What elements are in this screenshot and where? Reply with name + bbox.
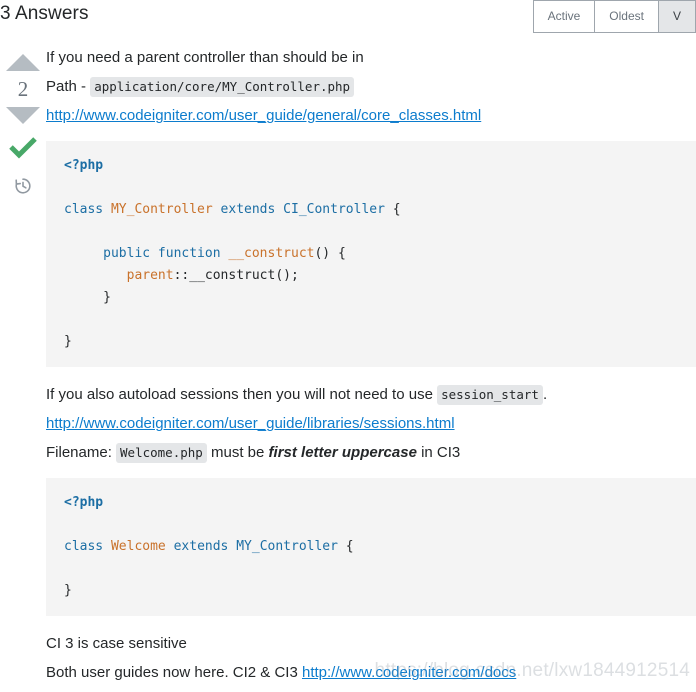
filename-mid-text: must be — [211, 444, 265, 461]
answer-body: If you need a parent controller than sho… — [46, 44, 696, 692]
autoload-text-pre: If you also autoload sessions then you w… — [46, 386, 433, 403]
vote-cell: 2 — [0, 44, 46, 196]
page-title: 3 Answers — [0, 3, 89, 24]
code-token: () { — [314, 246, 346, 261]
tab-oldest[interactable]: Oldest — [595, 0, 659, 33]
code-token: { — [345, 539, 354, 554]
paragraph-link-core-classes: http://www.codeigniter.com/user_guide/ge… — [46, 106, 696, 125]
tab-votes[interactable]: V — [658, 0, 696, 33]
answer-post: 2 If you need a parent controller than s… — [0, 44, 696, 692]
guides-text: Both user guides now here. CI2 & CI3 — [46, 664, 298, 681]
code-token: class — [64, 202, 111, 217]
path-inline-code: application/core/MY_Controller.php — [90, 77, 355, 97]
answer-sort-tabs: Active Oldest V — [532, 0, 696, 33]
link-core-classes[interactable]: http://www.codeigniter.com/user_guide/ge… — [46, 107, 481, 124]
code-token: parent — [126, 268, 174, 283]
code-token: } — [64, 583, 72, 598]
code-token: extends — [173, 539, 237, 554]
checkmark-icon[interactable] — [8, 136, 38, 162]
paragraph-intro: If you need a parent controller than sho… — [46, 48, 696, 67]
link-sessions[interactable]: http://www.codeigniter.com/user_guide/li… — [46, 415, 455, 432]
paragraph-filename: Filename: Welcome.php must be first lett… — [46, 443, 696, 463]
code-token: } — [64, 334, 72, 349]
paragraph-case-sensitive: CI 3 is case sensitive — [46, 634, 696, 653]
code-token: ::__construct(); — [173, 268, 299, 283]
arrow-down-icon[interactable] — [6, 107, 40, 124]
code-token: extends — [220, 202, 284, 217]
code-token: __construct — [228, 246, 315, 261]
code-block-welcome: <?php class Welcome extends MY_Controlle… — [46, 478, 696, 616]
welcome-php-inline-code: Welcome.php — [116, 443, 207, 463]
code-token: public function — [103, 246, 229, 261]
code-content-2: <?php class Welcome extends MY_Controlle… — [64, 495, 354, 598]
code-token: { — [392, 202, 401, 217]
code-token: MY_Controller — [236, 539, 346, 554]
paragraph-guides: Both user guides now here. CI2 & CI3 htt… — [46, 663, 696, 682]
path-label: Path - — [46, 78, 87, 95]
answer-list: 2 If you need a parent controller than s… — [0, 36, 696, 692]
filename-tail-text: in CI3 — [421, 444, 461, 461]
filename-label: Filename: — [46, 444, 112, 461]
paragraph-path: Path - application/core/MY_Controller.ph… — [46, 77, 696, 97]
history-clock-icon[interactable] — [13, 176, 33, 196]
code-token: class — [64, 539, 111, 554]
code-token: Welcome — [110, 539, 174, 554]
vote-score: 2 — [17, 77, 29, 101]
paragraph-link-sessions: http://www.codeigniter.com/user_guide/li… — [46, 414, 696, 433]
paragraph-autoload: If you also autoload sessions then you w… — [46, 385, 696, 405]
intro-text: If you need a parent controller than sho… — [46, 49, 364, 66]
code-content-1: <?php class MY_Controller extends CI_Con… — [64, 158, 401, 349]
session-start-inline-code: session_start — [437, 385, 543, 405]
code-token: MY_Controller — [110, 202, 221, 217]
tab-active[interactable]: Active — [533, 0, 596, 33]
filename-emphasis-text: first letter uppercase — [268, 444, 417, 461]
autoload-text-post: . — [542, 386, 548, 403]
code-block-my-controller: <?php class MY_Controller extends CI_Con… — [46, 141, 696, 367]
link-docs[interactable]: http://www.codeigniter.com/docs — [302, 664, 516, 681]
case-sensitive-text: CI 3 is case sensitive — [46, 635, 187, 652]
code-token: } — [64, 290, 111, 305]
answers-header: 3 Answers Active Oldest V — [0, 0, 696, 36]
code-token: <?php — [64, 158, 104, 173]
code-token: CI_Controller — [283, 202, 393, 217]
code-token: <?php — [64, 495, 104, 510]
arrow-up-icon[interactable] — [6, 54, 40, 71]
